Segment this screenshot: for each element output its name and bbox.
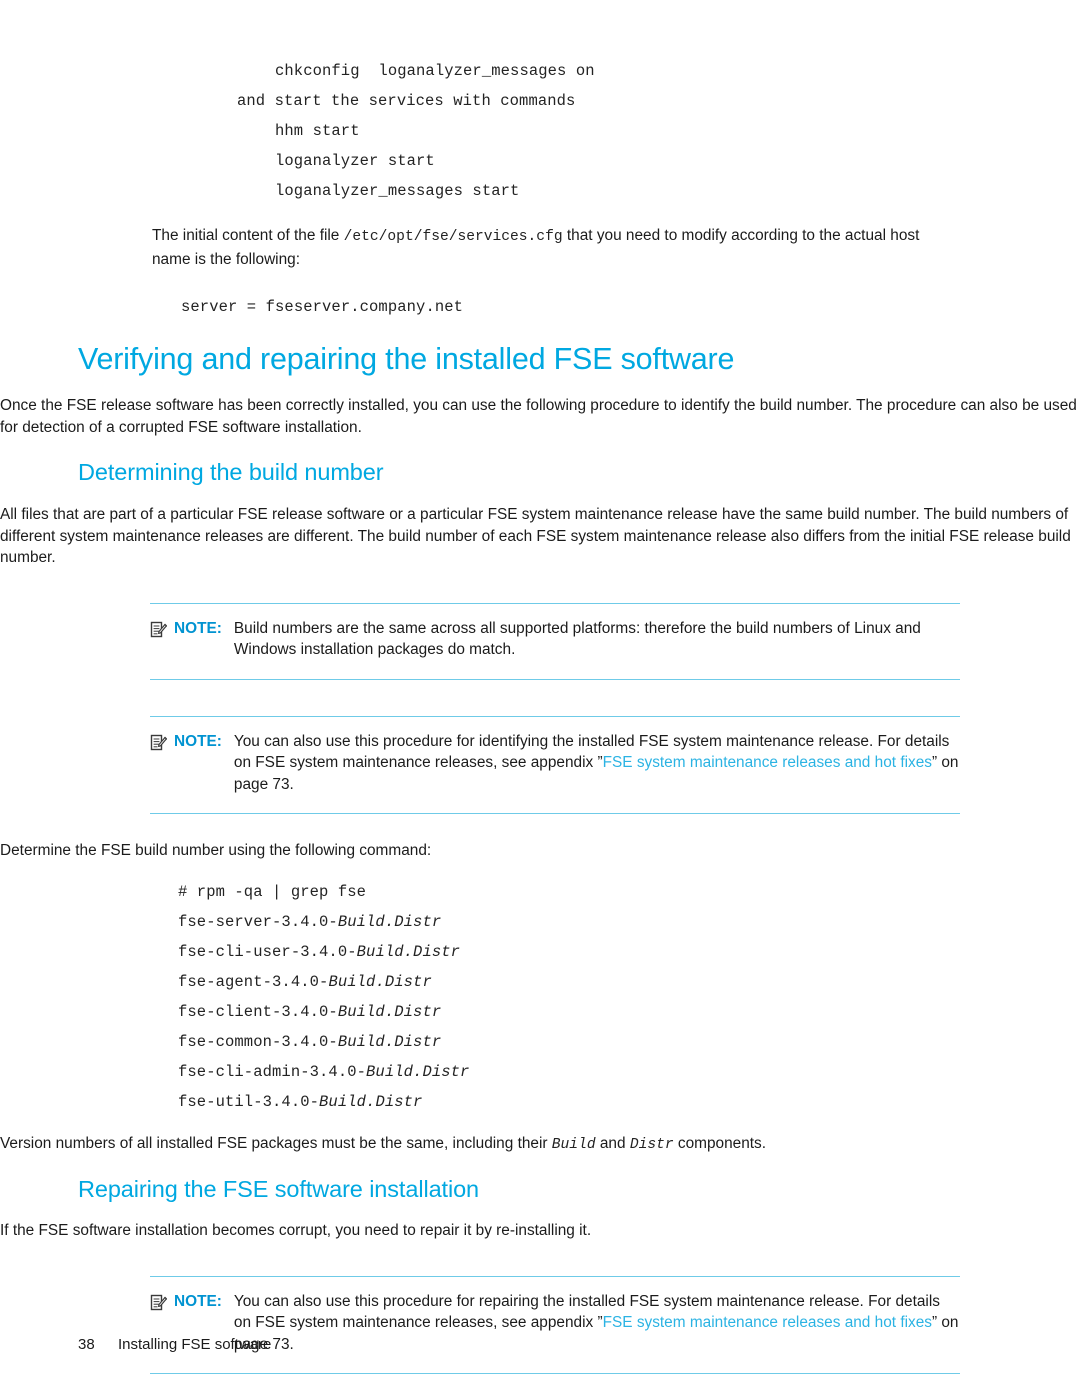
code-line-command: # rpm -qa | grep fse	[178, 882, 367, 901]
cross-reference-link[interactable]: FSE system maintenance releases and hot …	[603, 1314, 932, 1331]
heading-determining-build-number: Determining the build number	[78, 459, 384, 485]
note-label: NOTE:	[174, 619, 222, 637]
inline-path: /etc/opt/fse/services.cfg	[343, 229, 563, 245]
code-line: loganalyzer_messages start	[275, 182, 520, 200]
code-line: hhm start	[275, 122, 360, 140]
note-text: Build numbers are the same across all su…	[233, 619, 921, 659]
package-name: fse-util-3.4.0-	[178, 1092, 320, 1111]
code-line-package: fse-server-3.4.0-Build.Distr	[178, 907, 1080, 937]
package-name: fse-cli-admin-3.4.0-	[178, 1062, 367, 1081]
note-content: NOTE: Build numbers are the same across …	[150, 618, 960, 661]
package-name: fse-cli-user-3.4.0-	[178, 942, 357, 961]
package-name: fse-common-3.4.0-	[178, 1032, 338, 1051]
note-text: You can also use this procedure for repa…	[234, 1291, 960, 1356]
note-block-1: NOTE: Build numbers are the same across …	[150, 602, 960, 680]
document-page: chkconfig loganalyzer_messages on and st…	[0, 0, 1080, 1397]
code-line-package: fse-common-3.4.0-Build.Distr	[178, 1027, 1080, 1057]
code-line-server: server = fseserver.company.net	[181, 298, 464, 316]
text-run: Version numbers of all installed FSE pac…	[0, 1134, 552, 1152]
code-line-package: fse-util-3.4.0-Build.Distr	[178, 1087, 1080, 1117]
note-block-3: NOTE: You can also use this procedure fo…	[150, 1275, 960, 1374]
package-name: fse-server-3.4.0-	[178, 912, 338, 931]
code-line-package: fse-cli-user-3.4.0-Build.Distr	[178, 937, 1080, 967]
code-line: chkconfig loganalyzer_messages on	[275, 62, 595, 80]
code-block-rpm-output: # rpm -qa | grep fse fse-server-3.4.0-Bu…	[0, 877, 1080, 1117]
paragraph-version-numbers: Version numbers of all installed FSE pac…	[0, 1133, 1080, 1157]
inline-build: Build	[551, 1136, 596, 1153]
code-line-package: fse-agent-3.4.0-Build.Distr	[178, 967, 1080, 997]
package-version: Build.Distr	[356, 942, 461, 961]
paragraph-once-installed: Once the FSE release software has been c…	[0, 397, 1077, 436]
package-name: fse-agent-3.4.0-	[178, 972, 329, 991]
divider-bottom	[150, 1373, 960, 1374]
note-pencil-icon	[150, 1294, 168, 1311]
package-name: fse-client-3.4.0-	[178, 1002, 338, 1021]
paragraph-all-files: All files that are part of a particular …	[0, 506, 1071, 566]
paragraph-services-cfg: The initial content of the file /etc/opt…	[152, 225, 962, 270]
note-content: NOTE: You can also use this procedure fo…	[150, 731, 960, 796]
paragraph-determine-command: Determine the FSE build number using the…	[0, 842, 432, 859]
package-version: Build.Distr	[337, 912, 442, 931]
heading-repairing-installation: Repairing the FSE software installation	[78, 1176, 480, 1202]
cross-reference-link[interactable]: FSE system maintenance releases and hot …	[603, 754, 932, 771]
note-text: You can also use this procedure for iden…	[234, 731, 960, 796]
footer-section-title: Installing FSE software	[118, 1336, 272, 1353]
inline-distr: Distr	[629, 1136, 674, 1153]
page-footer: 38 Installing FSE software	[78, 1336, 271, 1353]
package-version: Build.Distr	[366, 1062, 470, 1081]
code-block-services: chkconfig loganalyzer_messages on and st…	[0, 56, 1080, 206]
code-line: loganalyzer start	[275, 152, 435, 170]
package-version: Build.Distr	[328, 972, 432, 991]
note-pencil-icon	[150, 734, 168, 751]
code-line: and start the services with commands	[237, 92, 576, 110]
footer-page-number: 38	[78, 1336, 95, 1353]
text-run: components.	[673, 1134, 767, 1152]
package-version: Build.Distr	[337, 1002, 442, 1021]
code-line-package: fse-cli-admin-3.4.0-Build.Distr	[178, 1057, 1080, 1087]
package-version: Build.Distr	[319, 1092, 423, 1111]
note-label: NOTE:	[174, 732, 222, 750]
text-run: and	[595, 1134, 630, 1152]
code-line-package: fse-client-3.4.0-Build.Distr	[178, 997, 1080, 1027]
package-version: Build.Distr	[337, 1032, 442, 1051]
paragraph-if-corrupt: If the FSE software installation becomes…	[0, 1222, 592, 1239]
text-run: The initial content of the file	[152, 227, 344, 244]
note-block-2: NOTE: You can also use this procedure fo…	[150, 715, 960, 814]
note-pencil-icon	[150, 621, 168, 638]
heading-verifying-repairing: Verifying and repairing the installed FS…	[78, 342, 735, 376]
note-label: NOTE:	[174, 1292, 222, 1310]
note-content: NOTE: You can also use this procedure fo…	[150, 1291, 960, 1356]
